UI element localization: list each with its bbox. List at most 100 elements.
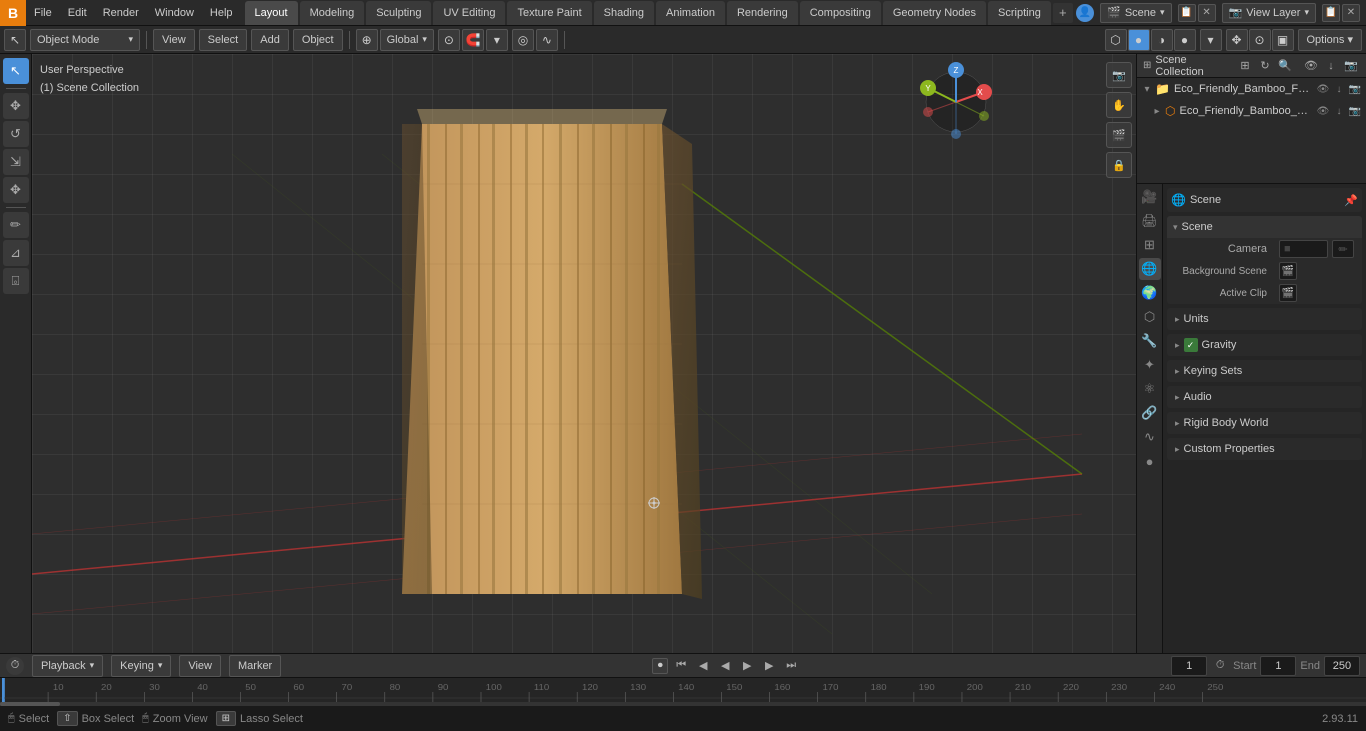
camera-edit-btn[interactable]: ✏ (1332, 240, 1354, 258)
menu-edit[interactable]: Edit (60, 0, 95, 26)
hand-btn[interactable]: ✋ (1106, 92, 1132, 118)
user-avatar[interactable]: 👤 (1076, 4, 1094, 22)
record-btn[interactable]: ⏺ (652, 658, 668, 674)
step-forward-btn[interactable]: ▶ (760, 657, 778, 675)
disable-render-0[interactable]: 📷 (1348, 82, 1362, 96)
prop-tab-object[interactable]: ⬡ (1139, 306, 1161, 328)
shading-options-icon[interactable]: ▾ (1200, 29, 1222, 51)
prop-tab-view[interactable]: ⊞ (1139, 234, 1161, 256)
shading-wire-icon[interactable]: ⬡ (1105, 29, 1127, 51)
prop-tab-world[interactable]: 🌍 (1139, 282, 1161, 304)
outliner-sel-col[interactable]: ↓ (1322, 57, 1340, 75)
outliner-row-0[interactable]: ▾ 📁 Eco_Friendly_Bamboo_Fence 👁 ↓ 📷 (1137, 78, 1366, 100)
prop-tab-constraints[interactable]: 🔗 (1139, 402, 1161, 424)
overlay-icon[interactable]: ⊙ (1249, 29, 1271, 51)
menu-render[interactable]: Render (95, 0, 147, 26)
delete-scene-btn[interactable]: ✕ (1198, 4, 1216, 22)
play-reverse-btn[interactable]: ◀ (716, 657, 734, 675)
transform-icon[interactable]: ⊕ (356, 29, 378, 51)
view-menu[interactable]: View (153, 29, 195, 51)
camera-value[interactable]: ■ (1279, 240, 1328, 258)
start-frame-input[interactable]: 1 (1260, 656, 1296, 676)
menu-help[interactable]: Help (202, 0, 241, 26)
timeline-icon[interactable]: ⏱ (6, 657, 24, 675)
tab-rendering[interactable]: Rendering (727, 1, 798, 25)
tab-animation[interactable]: Animation (656, 1, 725, 25)
outliner-sync-btn[interactable]: ↻ (1256, 57, 1274, 75)
custom-props-section[interactable]: ▸ Custom Properties (1167, 438, 1362, 460)
menu-window[interactable]: Window (147, 0, 202, 26)
hide-viewport-1[interactable]: 👁 (1316, 104, 1330, 118)
outliner-row-1[interactable]: ▸ ⬡ Eco_Friendly_Bamboo_F… 👁 ↓ 📷 (1137, 100, 1366, 122)
tool-measure[interactable]: ⊿ (3, 240, 29, 266)
tab-scripting[interactable]: Scripting (988, 1, 1051, 25)
disable-select-0[interactable]: ↓ (1332, 82, 1346, 96)
timeline-scrollbar[interactable] (0, 702, 1366, 706)
keying-sets-section[interactable]: ▸ Keying Sets (1167, 360, 1362, 382)
new-view-layer-btn[interactable]: 📋 (1322, 4, 1340, 22)
gravity-section[interactable]: ▸ ✓ Gravity (1167, 334, 1362, 356)
new-scene-btn[interactable]: 📋 (1178, 4, 1196, 22)
add-workspace-tab[interactable]: + (1053, 3, 1073, 23)
jump-start-btn[interactable]: ⏮ (672, 657, 690, 675)
proportional-icon[interactable]: ◎ (512, 29, 534, 51)
outliner-cam-col[interactable]: 📷 (1342, 57, 1360, 75)
prop-header[interactable]: 🌐 Scene 📌 (1167, 188, 1362, 212)
prop-tab-material[interactable]: ● (1139, 450, 1161, 472)
outliner-filter-btn[interactable]: ⊞ (1236, 57, 1254, 75)
select-menu[interactable]: Select (199, 29, 248, 51)
prop-tab-physics[interactable]: ⚛ (1139, 378, 1161, 400)
tab-compositing[interactable]: Compositing (800, 1, 881, 25)
disable-render-1[interactable]: 📷 (1348, 104, 1362, 118)
outliner-eye-col[interactable]: 👁 (1302, 57, 1320, 75)
options-btn[interactable]: Options ▾ (1298, 29, 1363, 51)
timeline-ruler[interactable]: 10 20 30 40 50 60 70 80 90 100 110 120 1… (0, 678, 1366, 706)
end-frame-input[interactable]: 250 (1324, 656, 1360, 676)
audio-section[interactable]: ▸ Audio (1167, 386, 1362, 408)
units-section[interactable]: ▸ Units (1167, 308, 1362, 330)
step-back-btn[interactable]: ◀ (694, 657, 712, 675)
nav-gizmo[interactable]: X Y Z (916, 62, 996, 142)
prop-tab-scene[interactable]: 🌐 (1139, 258, 1161, 280)
outliner-search-btn[interactable]: 🔍 (1276, 57, 1294, 75)
scene-select[interactable]: 🎬 Scene ▾ (1100, 3, 1171, 23)
tool-annotate[interactable]: ✏ (3, 212, 29, 238)
prop-header-pin[interactable]: 📌 (1344, 194, 1358, 207)
bg-scene-icon[interactable]: 🎬 (1279, 262, 1297, 280)
shading-solid-icon[interactable]: ● (1128, 29, 1150, 51)
fps-btn[interactable]: ⏱ (1211, 657, 1229, 675)
active-clip-icon[interactable]: 🎬 (1279, 284, 1297, 302)
tool-move[interactable]: ✥ (3, 93, 29, 119)
camera-view-btn[interactable]: 📷 (1106, 62, 1132, 88)
scene-section-header[interactable]: ▾ Scene (1167, 216, 1362, 238)
xray-icon[interactable]: ▣ (1272, 29, 1294, 51)
view-layer-select[interactable]: 📷 View Layer ▾ (1222, 3, 1316, 23)
shading-render-icon[interactable]: ● (1174, 29, 1196, 51)
viewport[interactable]: User Perspective (1) Scene Collection X … (32, 54, 1136, 653)
jump-end-btn[interactable]: ⏭ (782, 657, 800, 675)
menu-file[interactable]: File (26, 0, 60, 26)
disable-select-1[interactable]: ↓ (1332, 104, 1346, 118)
tool-transform[interactable]: ✥ (3, 177, 29, 203)
tool-rotate[interactable]: ↺ (3, 121, 29, 147)
snap-icon[interactable]: 🧲 (462, 29, 484, 51)
shading-material-icon[interactable]: ◑ (1151, 29, 1173, 51)
tab-shading[interactable]: Shading (594, 1, 654, 25)
blender-logo[interactable]: B (0, 0, 26, 26)
marker-menu[interactable]: Marker (229, 655, 281, 677)
pivot-icon[interactable]: ⊙ (438, 29, 460, 51)
rigid-body-section[interactable]: ▸ Rigid Body World (1167, 412, 1362, 434)
prop-tab-data[interactable]: ∿ (1139, 426, 1161, 448)
object-menu[interactable]: Object (293, 29, 343, 51)
tool-mode-icon[interactable]: ↖ (4, 29, 26, 51)
timeline-scrollbar-thumb[interactable] (0, 702, 60, 706)
prop-tab-particles[interactable]: ✦ (1139, 354, 1161, 376)
current-frame-input[interactable]: 1 (1171, 656, 1207, 676)
prop-tab-modifier[interactable]: 🔧 (1139, 330, 1161, 352)
lock-btn[interactable]: 🔒 (1106, 152, 1132, 178)
playback-menu[interactable]: Playback ▾ (32, 655, 103, 677)
gravity-checkbox[interactable]: ✓ (1184, 338, 1198, 352)
prop-tab-render[interactable]: 🎥 (1139, 186, 1161, 208)
tab-sculpting[interactable]: Sculpting (366, 1, 431, 25)
view-menu-timeline[interactable]: View (179, 655, 221, 677)
